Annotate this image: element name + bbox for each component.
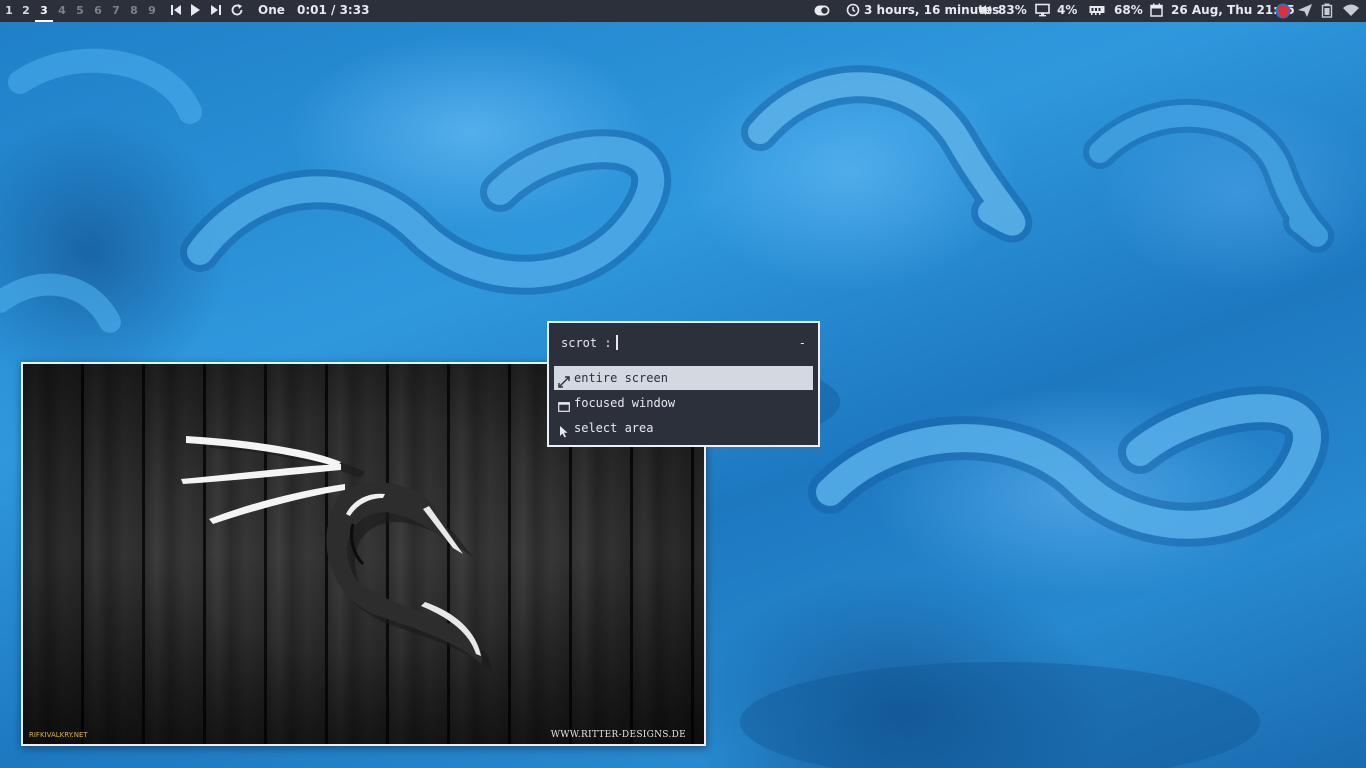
workspace-9[interactable]: 9 (143, 0, 161, 22)
workspace-4[interactable]: 4 (53, 0, 71, 22)
option-entire-screen[interactable]: entire screen (554, 366, 813, 390)
option-label: entire screen (574, 371, 668, 385)
menu-prompt[interactable]: scrot : (561, 335, 618, 351)
prompt-label: scrot : (561, 336, 612, 350)
volume-text: 83% (998, 3, 1027, 17)
workspace-5[interactable]: 5 (71, 0, 89, 22)
cursor-icon (558, 422, 570, 446)
play-icon[interactable] (189, 3, 201, 20)
workspace-1[interactable]: 1 (0, 0, 18, 22)
minimize-button[interactable]: - (799, 335, 806, 351)
option-label: select area (574, 421, 654, 435)
skip-previous-icon[interactable] (170, 3, 182, 20)
text-caret (615, 335, 618, 350)
skip-next-icon[interactable] (210, 3, 222, 20)
clock-icon (846, 3, 860, 20)
workspace-6[interactable]: 6 (89, 0, 107, 22)
workspace-7[interactable]: 7 (107, 0, 125, 22)
option-label: focused window (574, 396, 676, 410)
media-track-title: One (258, 3, 285, 17)
workspace-8[interactable]: 8 (125, 0, 143, 22)
repeat-icon[interactable] (230, 3, 244, 20)
workspace-2[interactable]: 2 (17, 0, 35, 22)
volume-icon[interactable] (978, 3, 993, 20)
cpu-text: 4% (1057, 3, 1078, 17)
send-icon[interactable] (1297, 3, 1313, 21)
credit-left: RIFKIVALKRY.NET (29, 731, 88, 739)
media-time: 0:01 / 3:33 (297, 3, 370, 17)
toggle-icon[interactable] (814, 5, 830, 19)
memory-icon (1089, 3, 1105, 20)
top-status-bar: 1 2 3 4 5 6 7 8 9 One 0:01 / 3:33 3 hour… (0, 0, 1366, 22)
memory-text: 68% (1114, 3, 1143, 17)
monitor-icon (1035, 3, 1050, 20)
wifi-icon[interactable] (1342, 3, 1360, 20)
scrot-menu: scrot : - entire screen focused window s… (547, 321, 820, 447)
shield-app-icon[interactable] (1274, 2, 1292, 23)
credit-right: WWW.RITTER-DESIGNS.DE (550, 730, 686, 740)
option-select-area[interactable]: select area (554, 416, 813, 440)
battery-icon[interactable] (1321, 3, 1333, 21)
workspace-3[interactable]: 3 (35, 0, 53, 22)
option-focused-window[interactable]: focused window (554, 391, 813, 415)
calendar-icon (1150, 3, 1163, 20)
